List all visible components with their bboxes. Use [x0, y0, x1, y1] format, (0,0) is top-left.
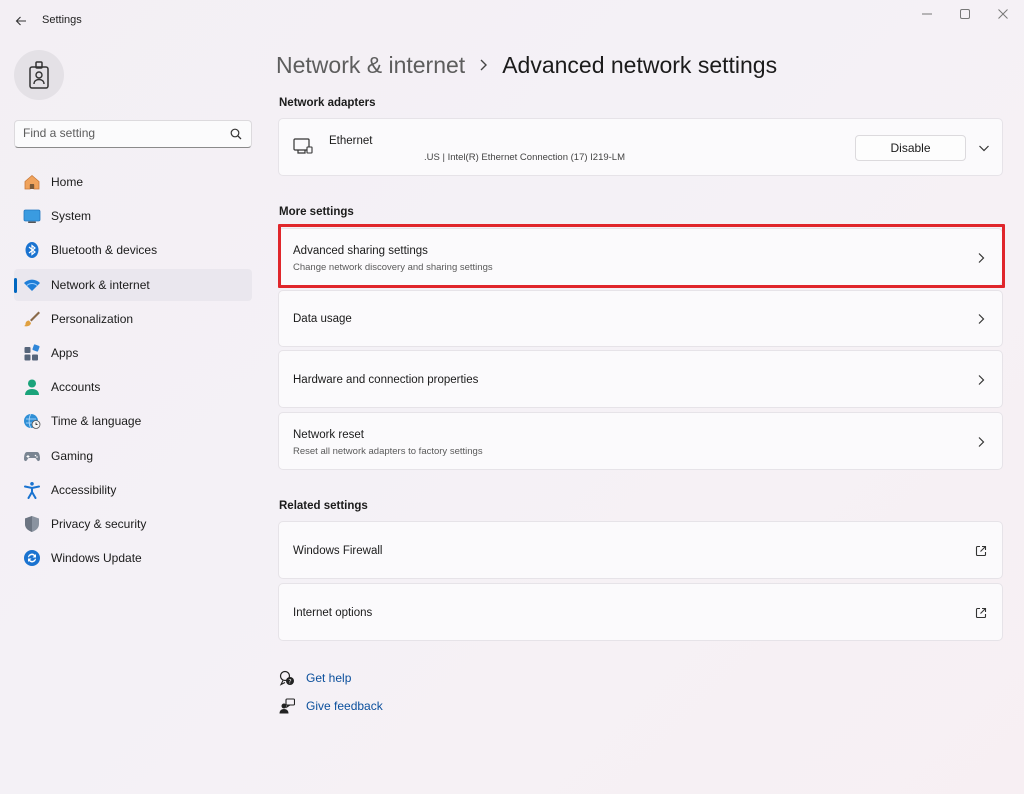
item-subtitle: Reset all network adapters to factory se… — [293, 446, 483, 457]
sidebar-item-label: Home — [51, 175, 84, 189]
sidebar-item-label: Personalization — [51, 311, 134, 326]
sidebar-item-system[interactable]: System — [14, 200, 252, 232]
open-external-icon — [974, 544, 988, 558]
wifi-icon — [22, 275, 42, 295]
sidebar-item-label: Network & internet — [51, 277, 150, 292]
ethernet-adapter-card[interactable]: Ethernet .US | Intel(R) Ethernet Connect… — [278, 118, 1003, 176]
sidebar-item-privacy[interactable]: Privacy & security — [14, 508, 252, 540]
user-badge-icon — [29, 61, 49, 89]
sidebar-item-gaming[interactable]: Gaming — [14, 440, 252, 472]
sidebar-item-label: Windows Update — [51, 551, 142, 566]
adapter-description: .US | Intel(R) Ethernet Connection (17) … — [424, 152, 626, 163]
windows-firewall-item[interactable]: Windows Firewall — [278, 521, 1003, 579]
sidebar-nav: Home System Bluetooth & devices Network … — [14, 166, 252, 576]
gamepad-icon — [22, 446, 42, 466]
sidebar-item-label: Accessibility — [51, 482, 117, 497]
sidebar-item-accessibility[interactable]: Accessibility — [14, 474, 252, 506]
item-title: Hardware and connection properties — [293, 374, 479, 386]
hardware-connection-properties-item[interactable]: Hardware and connection properties — [278, 350, 1003, 408]
sidebar-item-label: Apps — [51, 345, 79, 360]
title-bar: Settings — [0, 0, 1024, 40]
item-title: Windows Firewall — [293, 545, 383, 557]
page-title: Advanced network settings — [502, 51, 778, 78]
search-icon[interactable] — [230, 128, 242, 140]
chevron-down-icon[interactable] — [978, 141, 990, 159]
item-title: Data usage — [293, 313, 352, 325]
minimize-icon — [922, 13, 932, 15]
sidebar-item-time-language[interactable]: Time & language — [14, 405, 252, 437]
network-reset-item[interactable]: Network reset Reset all network adapters… — [278, 412, 1003, 470]
globe-clock-icon — [22, 411, 42, 431]
person-icon — [22, 377, 42, 397]
ethernet-icon — [293, 138, 313, 161]
chevron-right-icon — [974, 373, 988, 387]
sidebar-item-label: Bluetooth & devices — [51, 243, 158, 258]
sidebar-item-bluetooth[interactable]: Bluetooth & devices — [14, 234, 252, 266]
avatar[interactable] — [14, 50, 64, 100]
feedback-icon — [278, 697, 296, 715]
get-help-label[interactable]: Get help — [306, 671, 351, 685]
sidebar-item-apps[interactable]: Apps — [14, 337, 252, 369]
breadcrumb-parent[interactable]: Network & internet — [276, 52, 465, 79]
maximize-icon — [960, 9, 970, 19]
give-feedback-label[interactable]: Give feedback — [306, 699, 383, 713]
sidebar-item-label: Gaming — [51, 448, 94, 463]
search-input[interactable] — [23, 126, 223, 140]
open-external-icon — [974, 606, 988, 620]
accessibility-icon — [22, 480, 42, 500]
sidebar-item-windows-update[interactable]: Windows Update — [14, 542, 252, 574]
update-icon — [22, 548, 42, 568]
adapter-name: Ethernet — [329, 135, 373, 147]
network-adapters-heading: Network adapters — [279, 97, 376, 109]
item-subtitle: Change network discovery and sharing set… — [293, 262, 493, 273]
back-arrow-icon — [15, 16, 26, 26]
back-button[interactable] — [10, 10, 32, 32]
apps-icon — [22, 343, 42, 363]
related-settings-heading: Related settings — [279, 500, 368, 512]
item-title: Internet options — [293, 607, 373, 619]
sidebar-item-network[interactable]: Network & internet — [14, 268, 252, 301]
sidebar-item-label: Privacy & security — [51, 516, 147, 531]
chevron-right-icon — [974, 312, 988, 326]
chevron-right-icon — [974, 251, 988, 265]
shield-icon — [22, 514, 42, 534]
more-settings-heading: More settings — [279, 206, 354, 218]
close-icon — [998, 9, 1008, 19]
maximize-button[interactable] — [948, 6, 982, 22]
item-title: Network reset — [293, 429, 364, 441]
data-usage-item[interactable]: Data usage — [278, 290, 1003, 347]
sidebar-item-home[interactable]: Home — [14, 166, 252, 198]
breadcrumb: Network & internet Advanced network sett… — [276, 50, 777, 80]
sidebar-item-label: System — [51, 209, 92, 224]
search-box[interactable] — [14, 120, 252, 148]
close-button[interactable] — [986, 6, 1020, 22]
sidebar-item-accounts[interactable]: Accounts — [14, 371, 252, 403]
disable-button[interactable]: Disable — [855, 135, 966, 161]
sidebar-item-label: Accounts — [51, 380, 101, 395]
home-icon — [22, 172, 42, 192]
internet-options-item[interactable]: Internet options — [278, 583, 1003, 641]
help-chat-icon: ? — [278, 669, 296, 687]
give-feedback-link[interactable]: Give feedback — [278, 696, 383, 716]
chevron-right-icon — [479, 59, 488, 71]
chevron-right-icon — [974, 435, 988, 449]
get-help-link[interactable]: ? Get help — [278, 668, 351, 688]
sidebar-item-label: Time & language — [51, 414, 142, 429]
item-title: Advanced sharing settings — [293, 245, 428, 257]
svg-text:?: ? — [288, 679, 291, 686]
brush-icon — [22, 309, 42, 329]
sidebar-item-personalization[interactable]: Personalization — [14, 303, 252, 335]
minimize-button[interactable] — [910, 6, 944, 22]
system-icon — [22, 206, 42, 226]
bluetooth-icon — [22, 240, 42, 260]
advanced-sharing-settings-item[interactable]: Advanced sharing settings Change network… — [278, 228, 1003, 286]
app-title: Settings — [42, 14, 82, 26]
